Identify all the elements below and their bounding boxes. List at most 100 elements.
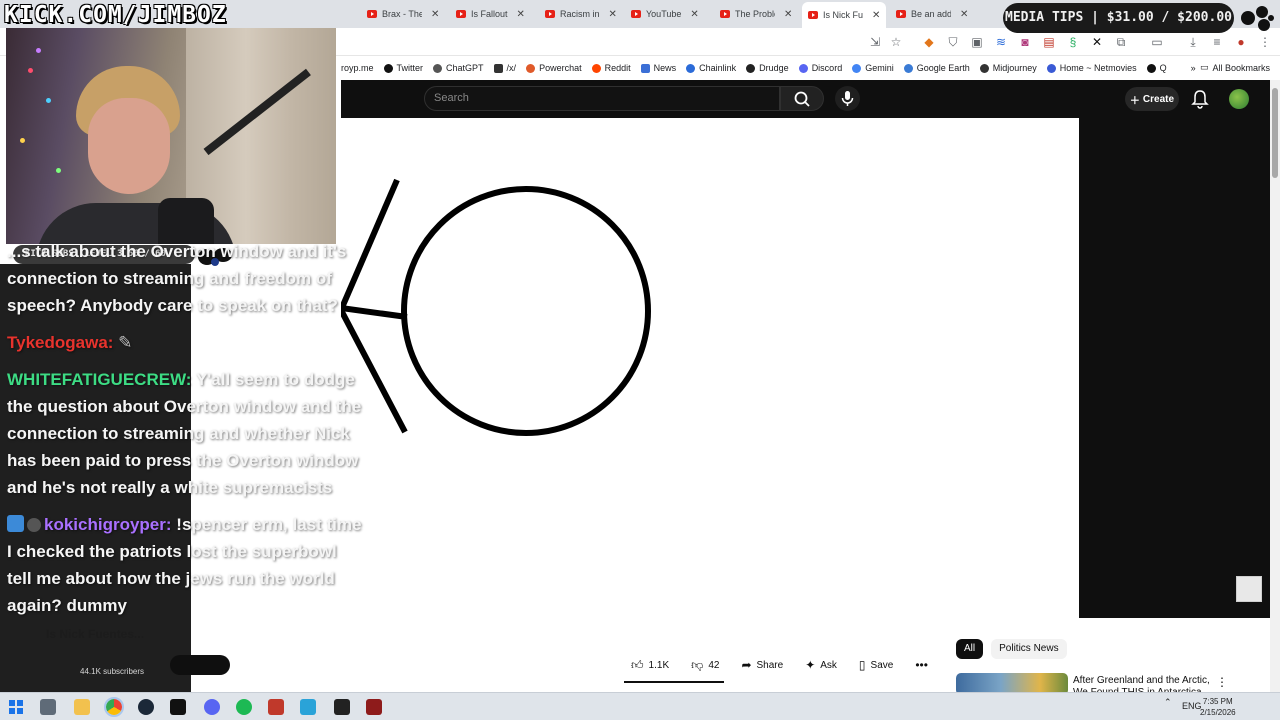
search-button[interactable] xyxy=(780,86,824,111)
chat-username[interactable]: kokichigroyper: xyxy=(44,515,172,534)
voice-search-button[interactable] xyxy=(835,86,860,111)
page-scrollbar[interactable] xyxy=(1270,80,1280,692)
media-tips-banner: MEDIA TIPS | $31.00 / $200.00 xyxy=(1003,3,1234,33)
all-bookmarks-button[interactable]: ▭ All Bookmarks xyxy=(1200,62,1270,73)
close-icon[interactable]: ✕ xyxy=(690,9,698,20)
video-player[interactable] xyxy=(338,118,1079,618)
chainlink-icon xyxy=(686,63,696,73)
bookmark-news[interactable]: News xyxy=(640,63,676,73)
bookmark-icon: ▯ xyxy=(858,658,866,672)
windows-taskbar: ⌃ ENG 7:35 PM 2/15/2026 xyxy=(0,692,1280,720)
metamask-icon[interactable]: ◆ xyxy=(922,35,936,49)
chip-all[interactable]: All xyxy=(956,639,984,659)
close-icon[interactable]: ✕ xyxy=(517,9,525,20)
star-icon[interactable]: ☆ xyxy=(889,35,903,49)
telegram-icon[interactable] xyxy=(300,699,316,715)
tray-chevron-icon[interactable]: ⌃ xyxy=(1164,697,1172,708)
close-icon[interactable]: ✕ xyxy=(431,9,439,20)
s-icon[interactable]: § xyxy=(1066,35,1080,49)
recommended-video[interactable]: After Greenland and the Arctic, We Found… xyxy=(956,673,1256,693)
bookmark-netmovies[interactable]: Home ~ Netmovies xyxy=(1046,63,1137,73)
close-icon[interactable]: ✕ xyxy=(872,10,880,21)
gift-icon[interactable]: ▤ xyxy=(1042,35,1056,49)
overlay-square-button[interactable] xyxy=(1236,576,1262,602)
bookmark-drudge[interactable]: Drudge xyxy=(746,63,789,73)
search-input[interactable]: Search xyxy=(424,86,780,111)
x-app-icon[interactable] xyxy=(334,699,350,715)
obs-icon[interactable] xyxy=(366,699,382,715)
chrome-icon[interactable] xyxy=(104,697,124,717)
bookmark-twitter[interactable]: Twitter xyxy=(383,63,423,73)
bookmark-google-earth[interactable]: Google Earth xyxy=(903,63,970,73)
ask-button[interactable]: ✦ Ask xyxy=(798,652,844,678)
fairy-light xyxy=(46,98,51,103)
terminal-icon[interactable] xyxy=(170,699,186,715)
more-vert-icon[interactable]: ⋮ xyxy=(1258,35,1272,49)
install-icon[interactable]: ⇲ xyxy=(868,35,882,49)
tab-problem[interactable]: The Proble ✕ xyxy=(714,4,798,24)
bookmark-powerchat[interactable]: Powerchat xyxy=(526,63,582,73)
midjourney-icon xyxy=(979,63,989,73)
close-icon[interactable]: ✕ xyxy=(784,9,792,20)
close-icon[interactable]: ✕ xyxy=(609,9,617,20)
bookmark-gemini[interactable]: Gemini xyxy=(852,63,894,73)
puzzle-icon[interactable]: ⧉ xyxy=(1114,35,1128,49)
bookmark-midjourney[interactable]: Midjourney xyxy=(979,63,1037,73)
chip-politics-news[interactable]: Politics News xyxy=(991,639,1067,659)
tab-youtube[interactable]: YouTube ✕ xyxy=(625,4,705,24)
steam-icon[interactable] xyxy=(138,699,154,715)
sidepanel-icon[interactable]: ▭ xyxy=(1150,35,1164,49)
video-title-behind: Is Nick Fuentes... xyxy=(46,627,145,641)
discord-icon[interactable] xyxy=(204,699,220,715)
like-button[interactable]: 👍︎ 1.1K xyxy=(624,652,676,678)
video-thumbnail[interactable] xyxy=(956,673,1068,693)
bell-icon[interactable] xyxy=(1191,89,1209,109)
spotify-icon[interactable] xyxy=(236,699,252,715)
chat-username[interactable]: Tykedogawa: xyxy=(7,333,113,352)
sidebar-panel xyxy=(1079,118,1270,618)
dislike-button[interactable]: 👎︎ 42 xyxy=(684,652,726,678)
bookmark-chatgpt[interactable]: ChatGPT xyxy=(433,63,484,73)
chat-message: Tykedogawa: ✎ xyxy=(7,329,363,356)
bookmark-discord[interactable]: Discord xyxy=(798,63,842,73)
windows-start-icon[interactable] xyxy=(8,699,24,715)
task-view-icon[interactable] xyxy=(40,699,56,715)
user-badge-icon xyxy=(27,518,41,532)
recommended-title[interactable]: After Greenland and the Arctic, We Found… xyxy=(1073,675,1223,693)
share-button[interactable]: ➦ Share xyxy=(734,652,790,678)
bookmark-q[interactable]: Q xyxy=(1146,63,1167,73)
tab-brax[interactable]: Brax - The ✕ xyxy=(361,4,445,24)
save-button[interactable]: ▯ Save xyxy=(852,652,900,678)
shield-icon[interactable]: ⛉ xyxy=(946,35,960,49)
account-avatar[interactable] xyxy=(1229,89,1249,109)
tab-be-an-add[interactable]: Be an add ✕ xyxy=(890,4,974,24)
chat-username[interactable]: WHITEFATIGUECREW: xyxy=(7,370,191,389)
mic-icon xyxy=(841,91,854,106)
subscribe-button[interactable] xyxy=(170,655,230,675)
tab-racism[interactable]: Racism in ✕ xyxy=(539,4,623,24)
bookmark-chainlink[interactable]: Chainlink xyxy=(686,63,736,73)
more-vert-icon[interactable]: ⋮ xyxy=(1216,675,1228,689)
extension-icon[interactable]: ▣ xyxy=(970,35,984,49)
media-icon[interactable]: ≡ xyxy=(1210,35,1224,49)
wave-icon[interactable]: ≋ xyxy=(994,35,1008,49)
create-button[interactable]: ＋ Create xyxy=(1125,87,1179,111)
profile-icon[interactable]: ● xyxy=(1234,35,1248,49)
bookmark-groyp[interactable]: royp.me xyxy=(341,63,374,73)
language-indicator[interactable]: ENG xyxy=(1182,701,1202,711)
app-icon[interactable] xyxy=(268,699,284,715)
x-icon[interactable]: ✕ xyxy=(1090,35,1104,49)
system-clock[interactable]: 7:35 PM 2/15/2026 xyxy=(1200,696,1236,718)
more-actions-button[interactable]: ••• xyxy=(908,652,935,678)
camera-icon[interactable]: ◙ xyxy=(1018,35,1032,49)
download-icon[interactable]: ⤓ xyxy=(1186,35,1200,49)
bookmark-reddit[interactable]: Reddit xyxy=(591,63,631,73)
bookmarks-overflow-icon[interactable]: » xyxy=(1191,63,1196,73)
close-icon[interactable]: ✕ xyxy=(960,9,968,20)
youtube-icon xyxy=(808,11,818,19)
bookmark-x-board[interactable]: /x/ xyxy=(493,63,516,73)
tab-fallout[interactable]: Is Fallout ✕ xyxy=(450,4,531,24)
scrollbar-thumb[interactable] xyxy=(1272,88,1278,178)
file-explorer-icon[interactable] xyxy=(74,699,90,715)
tab-nick-fuentes-active[interactable]: Is Nick Fue✕ xyxy=(802,2,887,28)
